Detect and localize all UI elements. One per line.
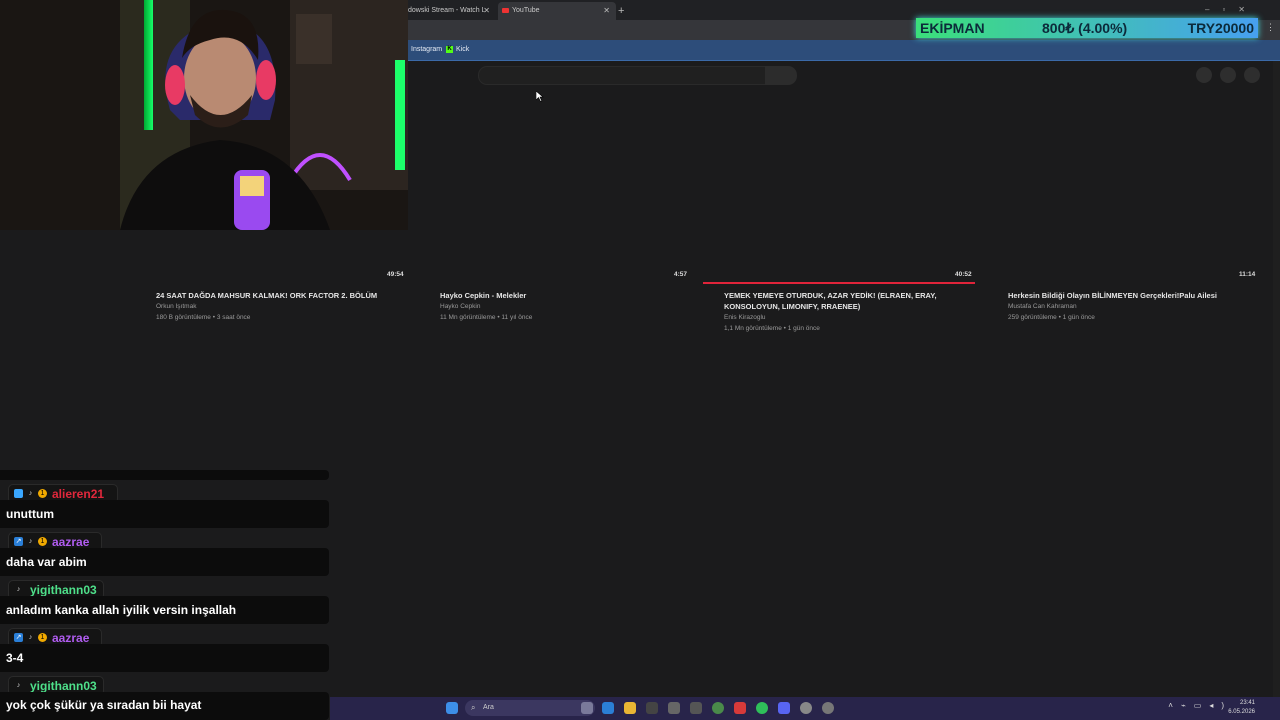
- taskbar: ⌕ Ara ˄⌁▭◂) 23:41 6.05.2026: [330, 697, 1280, 720]
- duration-badge: 40:52: [955, 271, 972, 278]
- channel-name[interactable]: Enis Kirazoglu: [724, 312, 766, 323]
- note-badge-icon: ♪: [28, 634, 33, 641]
- chat-message: [0, 470, 329, 480]
- app-icon[interactable]: [800, 702, 812, 714]
- bookmarks-bar: Instagram K Kick: [408, 40, 1280, 61]
- webcam-image: [0, 0, 408, 230]
- donation-goal-banner: EKİPMAN 800₺ (4.00%) TRY20000: [916, 18, 1258, 38]
- search-icon: ⌕: [471, 703, 476, 712]
- video-meta: 259 görüntüleme • 1 gün önce: [1008, 314, 1095, 321]
- tab-label: YouTube: [512, 7, 540, 14]
- scrollbar[interactable]: [1273, 61, 1280, 697]
- start-icon[interactable]: [446, 702, 458, 714]
- chat-text: 3-4: [6, 651, 24, 665]
- clock-time: 23:41: [1239, 700, 1255, 706]
- window-controls[interactable]: –▫✕: [1205, 2, 1258, 18]
- bookmark-kick[interactable]: Kick: [456, 40, 469, 60]
- search-button[interactable]: [765, 66, 797, 85]
- video-title[interactable]: Hayko Cepkin - Melekler: [440, 290, 690, 301]
- chat-message: yok çok şükür ya sıradan bii hayat: [0, 692, 329, 720]
- chat-text: unuttum: [6, 507, 54, 521]
- chat-message: anladım kanka allah iyilik versin inşall…: [0, 596, 329, 624]
- discord-icon[interactable]: [778, 702, 790, 714]
- arrow-badge-icon: ↗: [14, 537, 23, 546]
- webcam-feed: [0, 0, 408, 230]
- close-icon[interactable]: ✕: [483, 2, 490, 20]
- video-meta: 180 B görüntüleme • 3 saat önce: [156, 314, 251, 321]
- notifications-icon[interactable]: [1220, 67, 1236, 83]
- arrow-badge-icon: ↗: [14, 633, 23, 642]
- chat-username[interactable]: aazrae: [52, 535, 89, 549]
- copilot-icon[interactable]: [602, 702, 614, 714]
- chat-username[interactable]: yigithann03: [30, 679, 97, 693]
- system-tray[interactable]: ˄⌁▭◂): [1168, 701, 1232, 710]
- channel-name[interactable]: Hayko Cepkin: [440, 301, 480, 312]
- create-icon[interactable]: [1196, 67, 1212, 83]
- chat-message: unuttum: [0, 500, 329, 528]
- video-title[interactable]: 24 SAAT DAĞDA MAHSUR KALMAK! ORK FACTOR …: [156, 290, 406, 301]
- note-badge-icon: ♪: [28, 538, 33, 545]
- store-icon[interactable]: [668, 702, 680, 714]
- note-badge-icon: ♪: [16, 682, 21, 689]
- taskbar-search-input[interactable]: ⌕ Ara: [465, 700, 595, 716]
- note-badge-icon: ♪: [28, 490, 33, 497]
- note-badge-icon: ♪: [16, 586, 21, 593]
- tab-label: dowski Stream - Watch L: [408, 7, 486, 14]
- duration-badge: 49:54: [387, 271, 404, 278]
- search-placeholder: Ara: [483, 704, 494, 711]
- video-meta: 1,1 Mn görüntüleme • 1 gün önce: [724, 325, 820, 332]
- goal-name: EKİPMAN: [920, 20, 985, 36]
- goal-target: TRY20000: [1187, 20, 1254, 36]
- chat-text: daha var abim: [6, 555, 87, 569]
- channel-name[interactable]: Mustafa Can Kahraman: [1008, 301, 1077, 312]
- app-icon[interactable]: [690, 702, 702, 714]
- chat-username[interactable]: alieren21: [52, 487, 104, 501]
- one-badge-icon: 1: [38, 633, 47, 642]
- tab-youtube[interactable]: YouTube ✕: [498, 2, 616, 20]
- clock[interactable]: 23:41 6.05.2026: [1228, 699, 1255, 717]
- task-view-icon[interactable]: [581, 702, 593, 714]
- chat-username[interactable]: yigithann03: [30, 583, 97, 597]
- chrome-icon[interactable]: [712, 702, 724, 714]
- whatsapp-icon[interactable]: [756, 702, 768, 714]
- one-badge-icon: 1: [38, 489, 47, 498]
- chat-text: yok çok şükür ya sıradan bii hayat: [6, 698, 202, 712]
- cursor-icon: [536, 91, 544, 102]
- bookmark-instagram[interactable]: Instagram: [411, 40, 442, 60]
- settings-icon[interactable]: [822, 702, 834, 714]
- cube-badge-icon: [14, 489, 23, 498]
- search-input[interactable]: [478, 66, 766, 85]
- one-badge-icon: 1: [38, 537, 47, 546]
- avatar[interactable]: [1244, 67, 1260, 83]
- channel-name[interactable]: Orkun Işıtmak: [156, 301, 196, 312]
- clock-date: 6.05.2026: [1228, 709, 1255, 715]
- chat-message: daha var abim: [0, 548, 329, 576]
- menu-icon[interactable]: ⋮: [1266, 22, 1275, 33]
- video-title[interactable]: YEMEK YEMEYE OTURDUK, AZAR YEDİK! (ELRAE…: [724, 290, 964, 312]
- chat-text: anladım kanka allah iyilik versin inşall…: [6, 603, 237, 617]
- watch-progress-bar: [703, 282, 975, 284]
- tab-stream[interactable]: dowski Stream - Watch L ✕: [408, 2, 496, 20]
- video-title[interactable]: Herkesin Bildiği Olayın BİLİNMEYEN Gerçe…: [1008, 290, 1258, 301]
- video-meta: 11 Mn görüntüleme • 11 yıl önce: [440, 314, 533, 321]
- close-icon[interactable]: ✕: [603, 2, 610, 20]
- youtube-logo-icon: [502, 8, 509, 13]
- chat-username[interactable]: aazrae: [52, 631, 89, 645]
- goal-amount: 800₺ (4.00%): [1042, 20, 1128, 36]
- chat-message: 3-4: [0, 644, 329, 672]
- duration-badge: 4:57: [674, 271, 688, 278]
- browser-tabstrip: dowski Stream - Watch L ✕ YouTube ✕ + –▫…: [408, 0, 1280, 20]
- new-tab-button[interactable]: +: [618, 2, 624, 20]
- app-icon[interactable]: [646, 702, 658, 714]
- duration-badge: 11:14: [1239, 271, 1256, 278]
- youtube-icon[interactable]: [734, 702, 746, 714]
- kick-icon: K: [446, 46, 453, 53]
- file-explorer-icon[interactable]: [624, 702, 636, 714]
